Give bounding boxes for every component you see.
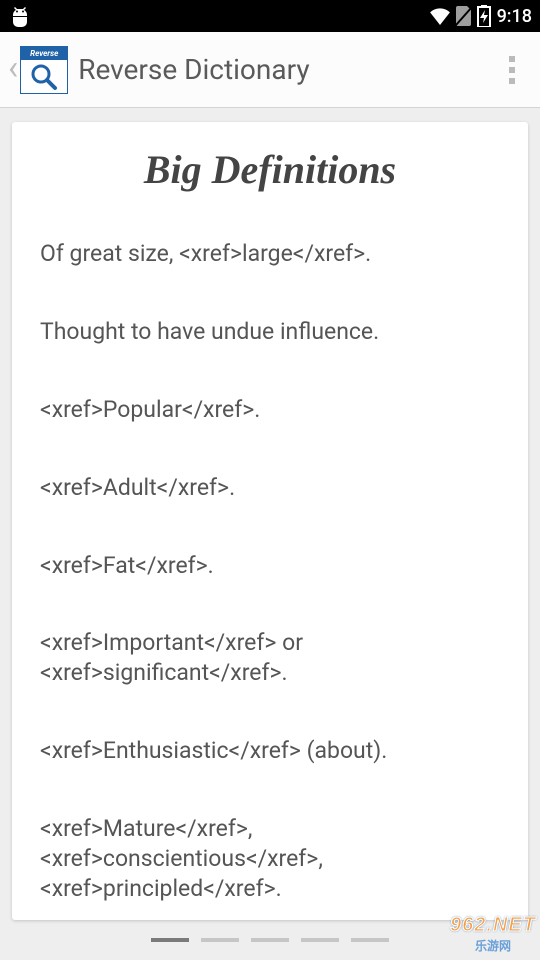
card-title: Big Definitions bbox=[40, 146, 500, 193]
app-title: Reverse Dictionary bbox=[78, 53, 492, 86]
definition-item: Of great size, <xref>large</xref>. bbox=[40, 239, 500, 269]
definition-card[interactable]: Big Definitions Of great size, <xref>lar… bbox=[12, 122, 528, 920]
definition-item: <xref>Mature</xref>, <xref>conscientious… bbox=[40, 814, 500, 904]
app-icon-banner: Reverse Dict. bbox=[21, 47, 67, 60]
definition-item: <xref>Popular</xref>. bbox=[40, 395, 500, 425]
battery-charging-icon bbox=[477, 5, 491, 27]
back-button[interactable]: ‹ bbox=[8, 51, 20, 89]
app-bar: ‹ Reverse Dict. Reverse Dictionary bbox=[0, 32, 540, 108]
definition-list: Of great size, <xref>large</xref>. Though… bbox=[40, 239, 500, 904]
definition-item: <xref>Adult</xref>. bbox=[40, 473, 500, 503]
page-dot[interactable] bbox=[251, 938, 289, 942]
magnifier-icon bbox=[29, 62, 59, 92]
adb-icon bbox=[8, 4, 32, 28]
definition-item: <xref>Fat</xref>. bbox=[40, 551, 500, 581]
definition-item: Thought to have undue influence. bbox=[40, 317, 500, 347]
content-stage: Big Definitions Of great size, <xref>lar… bbox=[0, 108, 540, 960]
definition-item: <xref>Important</xref> or <xref>signific… bbox=[40, 628, 500, 688]
page-dot[interactable] bbox=[151, 938, 189, 942]
status-time: 9:18 bbox=[497, 6, 532, 27]
definition-item: <xref>Enthusiastic</xref> (about). bbox=[40, 736, 500, 766]
overflow-menu-button[interactable] bbox=[492, 56, 532, 84]
app-icon[interactable]: Reverse Dict. bbox=[20, 46, 68, 94]
page-dot[interactable] bbox=[301, 938, 339, 942]
status-bar: 9:18 bbox=[0, 0, 540, 32]
no-sim-icon bbox=[455, 6, 473, 26]
page-dot[interactable] bbox=[351, 938, 389, 942]
page-indicator bbox=[12, 920, 528, 960]
wifi-icon bbox=[429, 7, 451, 25]
page-dot[interactable] bbox=[201, 938, 239, 942]
